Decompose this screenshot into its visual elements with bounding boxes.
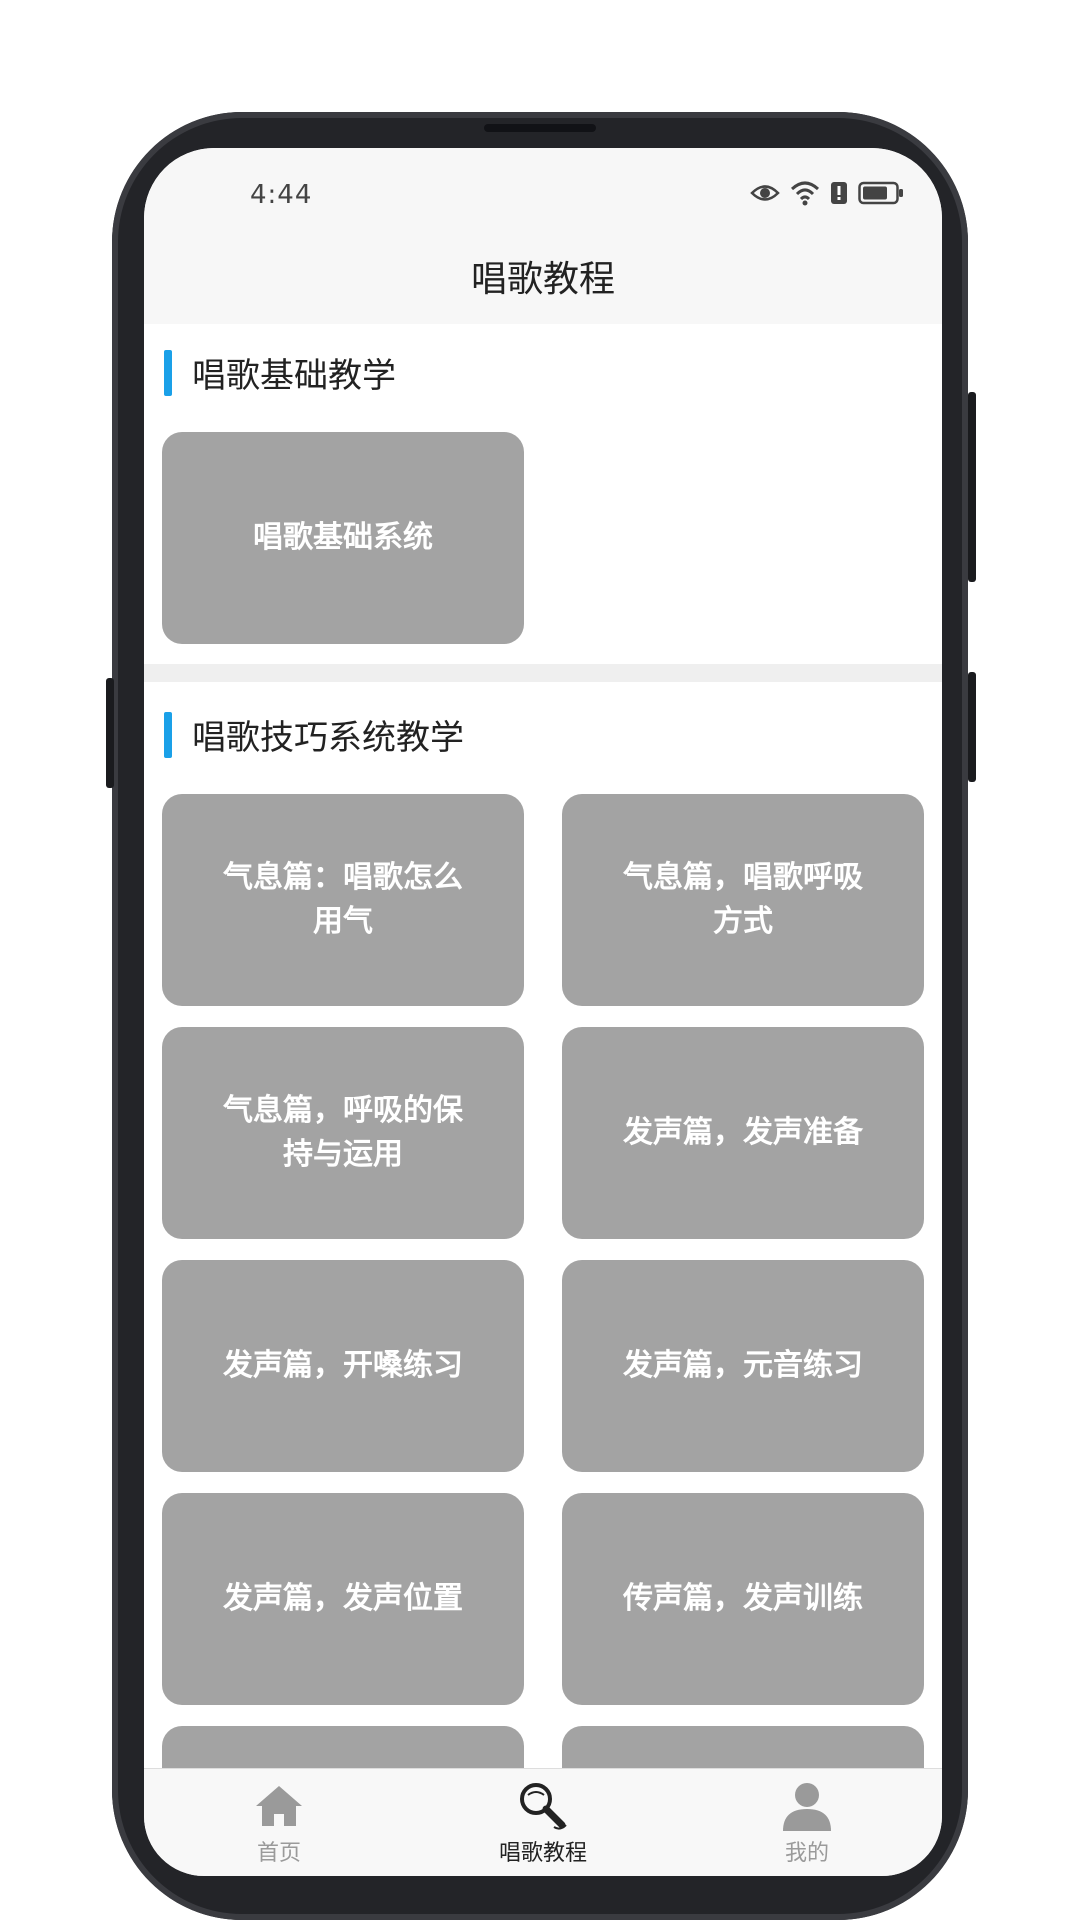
- tab-singing-tutorial[interactable]: 唱歌教程: [468, 1769, 618, 1876]
- section-title: 唱歌基础教学: [192, 356, 396, 396]
- power-button: [968, 392, 976, 582]
- lesson-card-label: 传声篇，发声训练: [623, 1581, 863, 1616]
- section-divider: [144, 664, 942, 682]
- volume-button: [106, 678, 114, 788]
- lesson-card[interactable]: 发声篇，发声准备: [562, 1027, 924, 1239]
- lesson-card[interactable]: 唱歌基础系统: [162, 432, 524, 644]
- microphone-icon: [518, 1781, 568, 1831]
- lesson-card[interactable]: 传声篇，发声训练: [562, 1493, 924, 1705]
- side-button: [968, 672, 976, 782]
- eye-icon: [750, 182, 780, 204]
- wifi-icon: [790, 180, 820, 206]
- page-title: 唱歌教程: [470, 259, 615, 300]
- status-bar: 4:44: [144, 148, 942, 228]
- person-icon: [780, 1781, 834, 1831]
- tab-label: 我的: [784, 1841, 829, 1866]
- lesson-card-label: 唱歌基础系统: [253, 520, 433, 555]
- lesson-card[interactable]: 气息篇：唱歌怎么用气: [162, 794, 524, 1006]
- status-time: 4:44: [250, 180, 313, 210]
- tab-mine[interactable]: 我的: [732, 1769, 882, 1876]
- lesson-card[interactable]: 发声篇，发声位置: [162, 1493, 524, 1705]
- lesson-card-label: 发声篇，开嗓练习: [223, 1348, 463, 1383]
- bottom-tabbar: 首页 唱歌教程 我的: [144, 1768, 942, 1876]
- lesson-card-label: 气息篇，呼吸的保持与运用: [223, 1093, 463, 1172]
- section-header-techniques: 唱歌技巧系统教学: [144, 686, 942, 776]
- lesson-card[interactable]: 发声篇，元音练习: [562, 1260, 924, 1472]
- screen: 4:44 唱歌教程 唱歌基础教学 唱歌基础系统 唱歌技巧系统教学 气息篇：唱歌怎…: [144, 148, 942, 1876]
- lesson-card[interactable]: 气息篇，唱歌呼吸方式: [562, 794, 924, 1006]
- lesson-card[interactable]: 发声篇，开嗓练习: [162, 1260, 524, 1472]
- lesson-card-label: 气息篇，唱歌呼吸方式: [623, 860, 863, 939]
- alert-icon: [830, 181, 848, 205]
- home-icon: [254, 1781, 304, 1831]
- section-accent-bar: [164, 712, 172, 758]
- tab-home[interactable]: 首页: [204, 1769, 354, 1876]
- tab-label: 唱歌教程: [498, 1841, 587, 1866]
- section-accent-bar: [164, 350, 172, 396]
- app-header: 唱歌教程: [144, 228, 942, 324]
- status-icons: [750, 180, 904, 206]
- phone-notch: [484, 124, 596, 132]
- section-title: 唱歌技巧系统教学: [192, 718, 464, 758]
- lesson-card-label: 发声篇，元音练习: [623, 1348, 863, 1383]
- tab-label: 首页: [256, 1841, 301, 1866]
- lesson-card-label: 气息篇：唱歌怎么用气: [223, 860, 463, 939]
- lesson-card[interactable]: 气息篇，呼吸的保持与运用: [162, 1027, 524, 1239]
- stage: 4:44 唱歌教程 唱歌基础教学 唱歌基础系统 唱歌技巧系统教学 气息篇：唱歌怎…: [0, 0, 1080, 1920]
- section-header-basics: 唱歌基础教学: [144, 324, 942, 414]
- lesson-card-label: 发声篇，发声位置: [223, 1581, 463, 1616]
- battery-icon: [858, 181, 904, 205]
- lesson-card-label: 发声篇，发声准备: [623, 1115, 863, 1150]
